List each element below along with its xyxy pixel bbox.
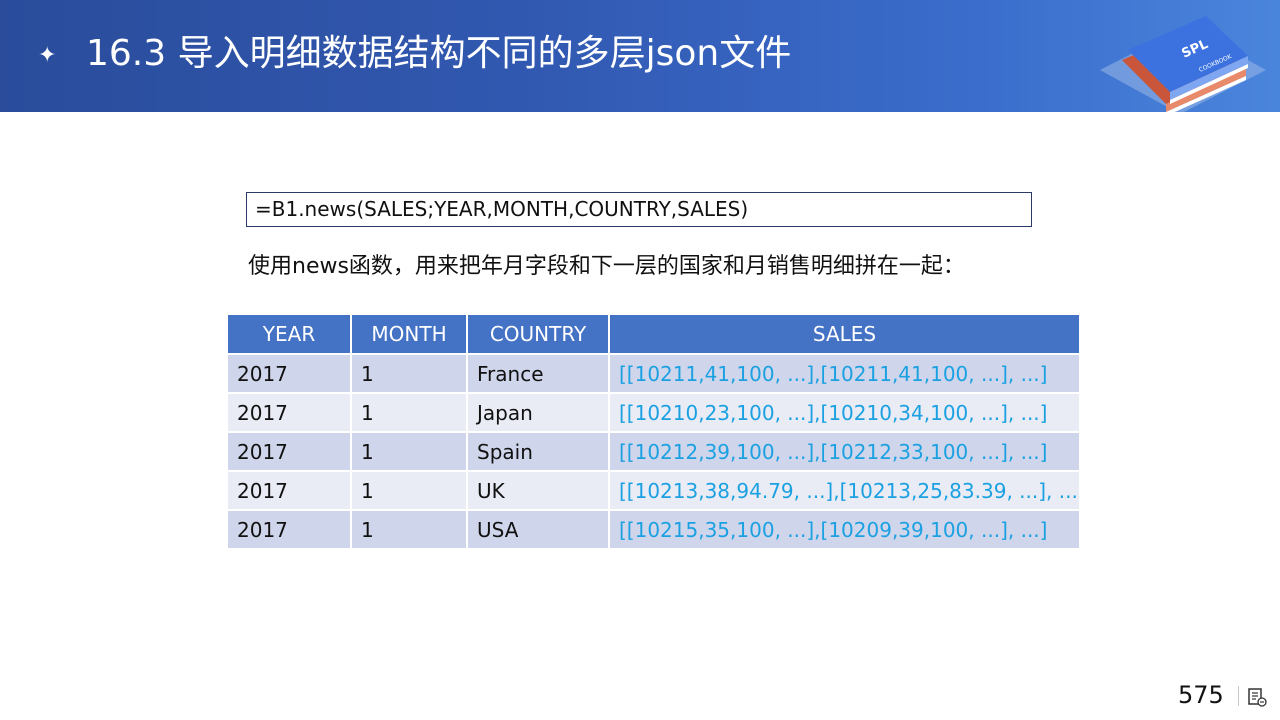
cell-country: USA (467, 510, 610, 550)
cell-sales: [[10213,38,94.79, ...],[10213,25,83.39, … (609, 471, 1081, 511)
table-row: 2017 1 France [[10211,41,100, ...],[1021… (228, 354, 1081, 394)
column-header-sales: SALES (609, 315, 1081, 355)
cell-country: Spain (467, 432, 610, 472)
sparkle-icon: ✦ (38, 43, 57, 68)
cell-sales: [[10212,39,100, ...],[10212,33,100, ...]… (609, 432, 1081, 472)
cell-year: 2017 (228, 510, 352, 550)
footer-divider (1238, 686, 1239, 706)
table-row: 2017 1 Japan [[10210,23,100, ...],[10210… (228, 393, 1081, 433)
cell-country: France (467, 354, 610, 394)
slide-title: 16.3 导入明细数据结构不同的多层json文件 (86, 33, 792, 74)
notes-icon[interactable] (1246, 686, 1268, 708)
result-table: YEAR MONTH COUNTRY SALES 2017 1 France [… (228, 315, 1081, 550)
cell-sales: [[10210,23,100, ...],[10210,34,100, ...]… (609, 393, 1081, 433)
formula-box: =B1.news(SALES;YEAR,MONTH,COUNTRY,SALES) (246, 192, 1032, 227)
slide-header: ✦ 16.3 导入明细数据结构不同的多层json文件 SPL COOKBOOK (0, 0, 1280, 112)
table-row: 2017 1 Spain [[10212,39,100, ...],[10212… (228, 432, 1081, 472)
table-header-row: YEAR MONTH COUNTRY SALES (228, 315, 1081, 355)
column-header-country: COUNTRY (467, 315, 610, 355)
cell-country: UK (467, 471, 610, 511)
cell-year: 2017 (228, 393, 352, 433)
cell-month: 1 (351, 471, 468, 511)
book-stack-logo-icon: SPL COOKBOOK (1100, 16, 1266, 112)
cell-country: Japan (467, 393, 610, 433)
cell-month: 1 (351, 393, 468, 433)
page-number: 575 (1178, 681, 1224, 709)
table-row: 2017 1 UK [[10213,38,94.79, ...],[10213,… (228, 471, 1081, 511)
column-header-year: YEAR (228, 315, 352, 355)
cell-year: 2017 (228, 471, 352, 511)
cell-month: 1 (351, 510, 468, 550)
column-header-month: MONTH (351, 315, 468, 355)
cell-sales: [[10211,41,100, ...],[10211,41,100, ...]… (609, 354, 1081, 394)
cell-month: 1 (351, 432, 468, 472)
table-row: 2017 1 USA [[10215,35,100, ...],[10209,3… (228, 510, 1081, 550)
description-text: 使用news函数，用来把年月字段和下一层的国家和月销售明细拼在一起： (248, 254, 965, 279)
cell-month: 1 (351, 354, 468, 394)
cell-sales: [[10215,35,100, ...],[10209,39,100, ...]… (609, 510, 1081, 550)
cell-year: 2017 (228, 432, 352, 472)
cell-year: 2017 (228, 354, 352, 394)
